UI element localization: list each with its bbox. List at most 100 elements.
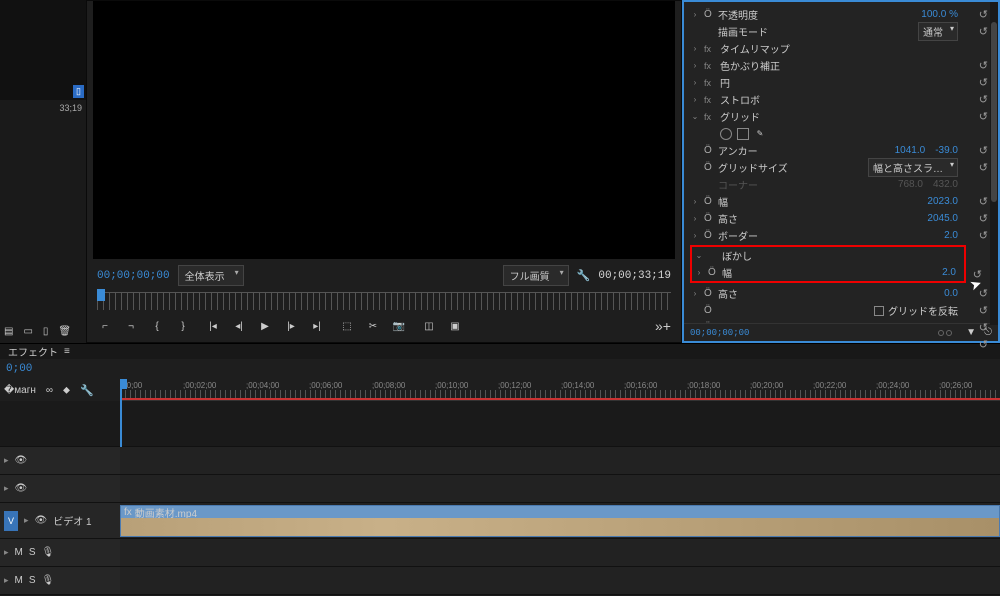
list-view-icon[interactable]: ▤ xyxy=(4,326,13,337)
ellipse-mask-icon[interactable] xyxy=(720,128,732,140)
panel-scrollbar[interactable] xyxy=(990,2,998,325)
track-header-v3[interactable]: ▸👁 xyxy=(0,447,120,475)
blendmode-dropdown[interactable]: 通常 xyxy=(918,22,958,41)
anchor-x[interactable]: 1041.0 xyxy=(895,145,926,156)
color-correction-effect[interactable]: 色かぶり補正 xyxy=(720,58,780,73)
opacity-value[interactable]: 100.0 % xyxy=(921,9,958,20)
track-header-v1[interactable]: V▸👁ビデオ 1 xyxy=(0,503,120,539)
reset-icon[interactable]: ↺ xyxy=(979,59,988,72)
mic-icon[interactable]: 🎙 xyxy=(42,547,55,558)
go-to-in-icon[interactable]: |◂ xyxy=(205,321,221,332)
video-clip[interactable]: fx動画素材.mp4 xyxy=(120,505,1000,537)
ruler-tick-label: ;00;20;00 xyxy=(750,381,813,390)
track-a1[interactable] xyxy=(120,539,1000,567)
compare-icon[interactable]: ◫ xyxy=(421,321,437,332)
grid-effect[interactable]: グリッド xyxy=(720,109,760,124)
mark-clip-icon[interactable]: { xyxy=(149,321,165,332)
eye-icon[interactable]: 👁 xyxy=(15,483,28,494)
source-thumbnail[interactable]: ▯ xyxy=(0,0,86,100)
lift-icon[interactable]: ⬚ xyxy=(339,321,355,332)
preview-viewport[interactable] xyxy=(93,1,675,259)
height-value[interactable]: 2045.0 xyxy=(927,213,958,224)
link-icon[interactable]: ∞ xyxy=(46,385,53,396)
border-label: ボーダー xyxy=(718,228,758,243)
ruler-tick-label: ;00;26;00 xyxy=(939,381,1000,390)
pen-mask-icon[interactable]: ✎ xyxy=(754,128,766,140)
button-editor-icon[interactable]: »+ xyxy=(655,318,671,334)
effects-tab[interactable]: エフェクト xyxy=(8,344,58,359)
solo-button[interactable]: S xyxy=(29,547,36,558)
track-header-a1[interactable]: ▸MS🎙 xyxy=(0,539,120,567)
track-v3[interactable] xyxy=(120,447,1000,475)
export-frame-icon[interactable]: 📷 xyxy=(391,321,407,332)
new-bin-icon[interactable]: ▯ xyxy=(43,326,49,337)
timeremap-effect[interactable]: タイムリマップ xyxy=(720,41,790,56)
mic-icon[interactable]: 🎙 xyxy=(42,575,55,586)
mark-out-icon[interactable]: ¬ xyxy=(123,321,139,332)
quality-dropdown[interactable]: フル画質 xyxy=(503,265,569,286)
border-value[interactable]: 2.0 xyxy=(944,230,958,241)
mute-button[interactable]: M xyxy=(15,547,23,558)
track-v2[interactable] xyxy=(120,475,1000,503)
track-a2[interactable] xyxy=(120,567,1000,595)
reset-icon[interactable]: ↺ xyxy=(979,110,988,123)
nav-dot[interactable] xyxy=(938,330,944,336)
invert-checkbox[interactable] xyxy=(874,306,884,316)
mask-tools[interactable]: ✎ xyxy=(720,128,766,140)
track-header-a2[interactable]: ▸MS🎙 xyxy=(0,567,120,595)
reset-icon[interactable]: ↺ xyxy=(979,212,988,225)
reset-icon[interactable]: ↺ xyxy=(979,93,988,106)
settings-icon[interactable]: 🔧 xyxy=(80,384,94,397)
strobe-effect[interactable]: ストロボ xyxy=(720,92,760,107)
mute-button[interactable]: M xyxy=(15,575,23,586)
reset-icon[interactable]: ↺ xyxy=(979,304,988,317)
safe-margin-icon[interactable]: ▣ xyxy=(447,321,463,332)
reset-icon[interactable]: ↺ xyxy=(979,321,988,323)
rect-mask-icon[interactable] xyxy=(737,128,749,140)
track-header-v2[interactable]: ▸👁 xyxy=(0,475,120,503)
reset-icon[interactable]: ↺ xyxy=(979,195,988,208)
blur-height-value[interactable]: 0.0 xyxy=(944,288,958,299)
reset-icon[interactable]: ↺ xyxy=(979,8,988,21)
time-ruler[interactable]: ;00;00;00;02;00;00;04;00;00;06;00;00;08;… xyxy=(120,379,1000,401)
extract-icon[interactable]: ✂ xyxy=(365,321,381,332)
folder-icon[interactable]: ▭ xyxy=(23,326,32,337)
filter-icon[interactable]: ▼ xyxy=(966,327,976,338)
ruler-tick-label: ;00;16;00 xyxy=(624,381,687,390)
blur-label[interactable]: ぼかし xyxy=(722,248,752,263)
marker-icon[interactable]: ⬥ xyxy=(63,385,70,396)
play-icon[interactable]: ▶ xyxy=(257,321,273,332)
reset-icon[interactable]: ↺ xyxy=(979,25,988,38)
panel-menu-icon[interactable]: ≡ xyxy=(64,346,70,357)
step-fwd-icon[interactable]: |▸ xyxy=(283,321,299,332)
track-v1[interactable]: fx動画素材.mp4 xyxy=(120,503,1000,539)
reset-icon[interactable]: ↺ xyxy=(979,144,988,157)
settings-icon[interactable]: 🔧 xyxy=(577,269,591,282)
mark-in-icon[interactable]: ⌐ xyxy=(97,321,113,332)
monitor-playhead[interactable] xyxy=(97,289,105,301)
mark-selection-icon[interactable]: } xyxy=(175,321,191,332)
timeline-tools: �магн ∞ ⬥ 🔧 xyxy=(0,379,120,401)
timeline-tracks[interactable]: ;00;00;00;02;00;00;04;00;00;06;00;00;08;… xyxy=(120,379,1000,595)
reset-icon[interactable]: ↺ xyxy=(979,229,988,242)
fit-dropdown[interactable]: 全体表示 xyxy=(178,265,244,286)
eye-icon[interactable]: 👁 xyxy=(15,455,28,466)
timecode-left[interactable]: 00;00;00;00 xyxy=(97,270,170,282)
opacity-label: 不透明度 xyxy=(718,7,758,22)
trash-icon[interactable]: 🗑 xyxy=(58,326,71,337)
snap-icon[interactable]: �магн xyxy=(4,385,36,396)
step-back-icon[interactable]: ◂| xyxy=(231,321,247,332)
eye-icon[interactable]: 👁 xyxy=(35,515,48,526)
monitor-scrubber[interactable] xyxy=(97,292,671,310)
sequence-timecode[interactable]: 0;00 xyxy=(6,363,32,375)
anchor-y[interactable]: -39.0 xyxy=(935,145,958,156)
solo-button[interactable]: S xyxy=(29,575,36,586)
effect-timecode[interactable]: 00;00;00;00 xyxy=(690,328,749,338)
nav-dot[interactable] xyxy=(946,330,952,336)
width-value[interactable]: 2023.0 xyxy=(927,196,958,207)
circle-effect[interactable]: 円 xyxy=(720,75,730,90)
go-to-out-icon[interactable]: ▸| xyxy=(309,321,325,332)
reset-icon[interactable]: ↺ xyxy=(979,76,988,89)
gridsize-dropdown[interactable]: 幅と高さスラ… xyxy=(868,158,958,177)
reset-icon[interactable]: ↺ xyxy=(979,161,988,174)
